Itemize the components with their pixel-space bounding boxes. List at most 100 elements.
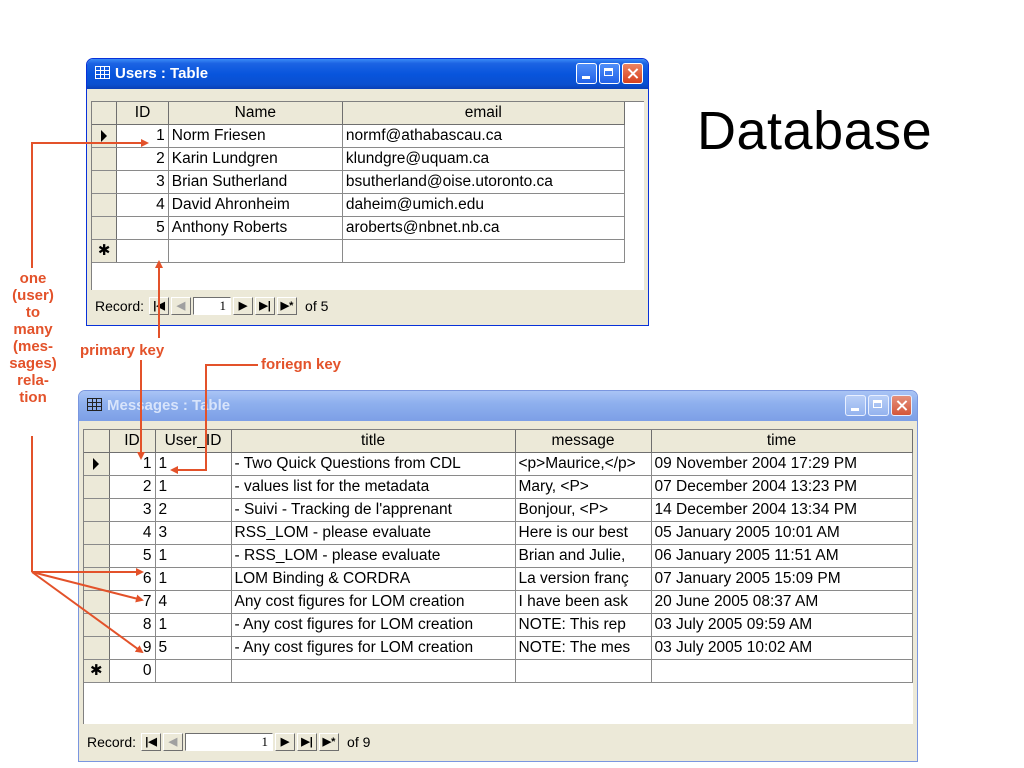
row-selector[interactable] [92,170,118,194]
cell-name[interactable]: Karin Lundgren [168,147,343,171]
column-header-message[interactable]: message [515,430,652,453]
new-record-button[interactable]: ▶* [319,733,340,751]
cell-name[interactable]: Brian Sutherland [168,170,343,194]
cell-user-id[interactable]: 1 [155,544,232,568]
table-row[interactable]: 11- Two Quick Questions from CDL <p>Mauri… [84,452,913,476]
column-header-name[interactable]: Name [168,102,343,125]
previous-record-button[interactable]: ◀ [163,733,184,751]
cell-email[interactable]: aroberts@nbnet.nb.ca [342,216,625,240]
cell-time[interactable]: 09 November 2004 17:29 PM [651,452,913,476]
cell-id[interactable]: 9 [109,636,156,660]
cell-id[interactable] [116,239,169,263]
cell-name[interactable]: Norm Friesen [168,124,343,148]
row-selector[interactable]: ✱ [84,659,110,683]
first-record-button[interactable]: |◀ [141,733,162,751]
cell-user-id[interactable]: 1 [155,475,232,499]
column-header-user-id[interactable]: User_ID [155,430,232,453]
cell-title[interactable]: - RSS_LOM - please evaluate [231,544,516,568]
cell-id[interactable]: 4 [109,521,156,545]
cell-user-id[interactable]: 1 [155,567,232,591]
cell-title[interactable]: RSS_LOM - please evaluate [231,521,516,545]
column-header-title[interactable]: title [231,430,516,453]
row-selector[interactable] [84,498,110,522]
cell-email[interactable]: normf@athabascau.ca [342,124,625,148]
cell-user-id[interactable]: 5 [155,636,232,660]
cell-time[interactable]: 06 January 2005 11:51 AM [651,544,913,568]
table-row[interactable]: 6 1 LOM Binding & CORDRA La version franç 07… [84,567,913,591]
cell-id[interactable]: 5 [109,544,156,568]
table-row[interactable]: 2 Karin Lundgren klundgre@uquam.ca [92,147,644,171]
cell-id[interactable]: 3 [116,170,169,194]
cell-name[interactable] [168,239,343,263]
cell-user-id[interactable]: 4 [155,590,232,614]
cell-id[interactable]: 2 [116,147,169,171]
cell-message[interactable]: Brian and Julie, [515,544,652,568]
cell-time[interactable]: 14 December 2004 13:34 PM [651,498,913,522]
last-record-button[interactable]: ▶| [255,297,276,315]
cell-title[interactable]: - Suivi - Tracking de l'apprenant [231,498,516,522]
table-row[interactable]: 7 4 Any cost figures for LOM creation I hav… [84,590,913,614]
cell-time[interactable]: 03 July 2005 10:02 AM [651,636,913,660]
cell-id[interactable]: 1 [109,452,156,476]
messages-titlebar[interactable]: Messages : Table [79,391,917,421]
cell-id[interactable]: 8 [109,613,156,637]
table-row[interactable]: ✱ [92,239,644,263]
table-row[interactable]: 51- RSS_LOM - please evaluate Brian and J… [84,544,913,568]
cell-message[interactable]: I have been ask [515,590,652,614]
cell-title[interactable] [231,659,516,683]
cell-user-id[interactable]: 2 [155,498,232,522]
next-record-button[interactable]: ▶ [233,297,254,315]
table-row[interactable]: 1 Norm Friesen normf@athabascau.ca [92,124,644,148]
cell-time[interactable]: 05 January 2005 10:01 AM [651,521,913,545]
cell-user-id[interactable]: 1 [155,452,232,476]
cell-id[interactable]: 6 [109,567,156,591]
cell-title[interactable]: - values list for the metadata [231,475,516,499]
row-selector[interactable] [84,613,110,637]
cell-message[interactable] [515,659,652,683]
cell-time[interactable]: 07 December 2004 13:23 PM [651,475,913,499]
column-header-id[interactable]: ID [109,430,156,453]
cell-message[interactable]: Mary, <P> [515,475,652,499]
cell-title[interactable]: Any cost figures for LOM creation [231,590,516,614]
table-row[interactable]: 5 Anthony Roberts aroberts@nbnet.nb.ca [92,216,644,240]
table-row[interactable]: 4 David Ahronheim daheim@umich.edu [92,193,644,217]
row-selector[interactable] [92,193,118,217]
cell-email[interactable]: daheim@umich.edu [342,193,625,217]
column-header-email[interactable]: email [342,102,625,125]
cell-email[interactable]: klundgre@uquam.ca [342,147,625,171]
table-row[interactable]: ✱ 0 [84,659,913,683]
cell-title[interactable]: - Any cost figures for LOM creation [231,636,516,660]
row-selector[interactable] [84,544,110,568]
cell-time[interactable]: 20 June 2005 08:37 AM [651,590,913,614]
cell-id[interactable]: 0 [109,659,156,683]
new-record-button[interactable]: ▶* [277,297,298,315]
row-selector[interactable] [84,590,110,614]
first-record-button[interactable]: |◀ [149,297,170,315]
cell-time[interactable]: 03 July 2005 09:59 AM [651,613,913,637]
cell-name[interactable]: Anthony Roberts [168,216,343,240]
table-row[interactable]: 3 Brian Sutherland bsutherland@oise.utoron… [92,170,644,194]
cell-title[interactable]: LOM Binding & CORDRA [231,567,516,591]
next-record-button[interactable]: ▶ [275,733,296,751]
cell-time[interactable]: 07 January 2005 15:09 PM [651,567,913,591]
cell-email[interactable]: bsutherland@oise.utoronto.ca [342,170,625,194]
row-selector[interactable]: ✱ [92,239,118,263]
cell-user-id[interactable]: 1 [155,613,232,637]
cell-title[interactable]: - Two Quick Questions from CDL [231,452,516,476]
row-selector[interactable] [92,124,118,148]
minimize-button[interactable] [845,395,866,416]
table-row[interactable]: 32- Suivi - Tracking de l'apprenant Bonjo… [84,498,913,522]
users-titlebar[interactable]: Users : Table [87,59,648,89]
maximize-button[interactable] [868,395,889,416]
cell-user-id[interactable] [155,659,232,683]
cell-id[interactable]: 2 [109,475,156,499]
record-number-input[interactable]: 1 [193,297,232,315]
minimize-button[interactable] [576,63,597,84]
cell-message[interactable]: <p>Maurice,</p> [515,452,652,476]
cell-id[interactable]: 5 [116,216,169,240]
cell-message[interactable]: Here is our best [515,521,652,545]
row-selector[interactable] [84,452,110,476]
close-button[interactable] [622,63,643,84]
table-row[interactable]: 21- values list for the metadata Mary, <P… [84,475,913,499]
row-selector[interactable] [92,216,118,240]
